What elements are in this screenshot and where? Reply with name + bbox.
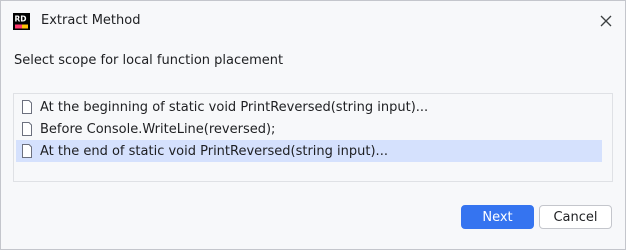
list-item-label: At the end of static void PrintReversed(… (40, 143, 388, 159)
list-item-selected[interactable]: At the end of static void PrintReversed(… (16, 140, 602, 162)
close-button[interactable] (597, 12, 615, 30)
dialog-title: Extract Method (41, 13, 141, 28)
file-icon (22, 122, 32, 136)
close-icon (600, 15, 612, 27)
list-item[interactable]: At the beginning of static void PrintRev… (16, 96, 602, 118)
next-button[interactable]: Next (461, 205, 534, 229)
scope-list: At the beginning of static void PrintRev… (13, 93, 613, 182)
cancel-button[interactable]: Cancel (539, 205, 612, 229)
rider-logo-icon: RD (13, 13, 30, 30)
file-icon (22, 100, 32, 114)
extract-method-dialog: RD Extract Method Select scope for local… (0, 0, 626, 250)
list-item[interactable]: Before Console.WriteLine(reversed); (16, 118, 602, 140)
file-icon (22, 144, 32, 158)
list-item-label: At the beginning of static void PrintRev… (40, 99, 429, 115)
svg-text:RD: RD (15, 15, 27, 24)
list-item-label: Before Console.WriteLine(reversed); (40, 121, 276, 137)
scope-prompt: Select scope for local function placemen… (14, 53, 284, 68)
title-bar: RD Extract Method (1, 1, 625, 41)
